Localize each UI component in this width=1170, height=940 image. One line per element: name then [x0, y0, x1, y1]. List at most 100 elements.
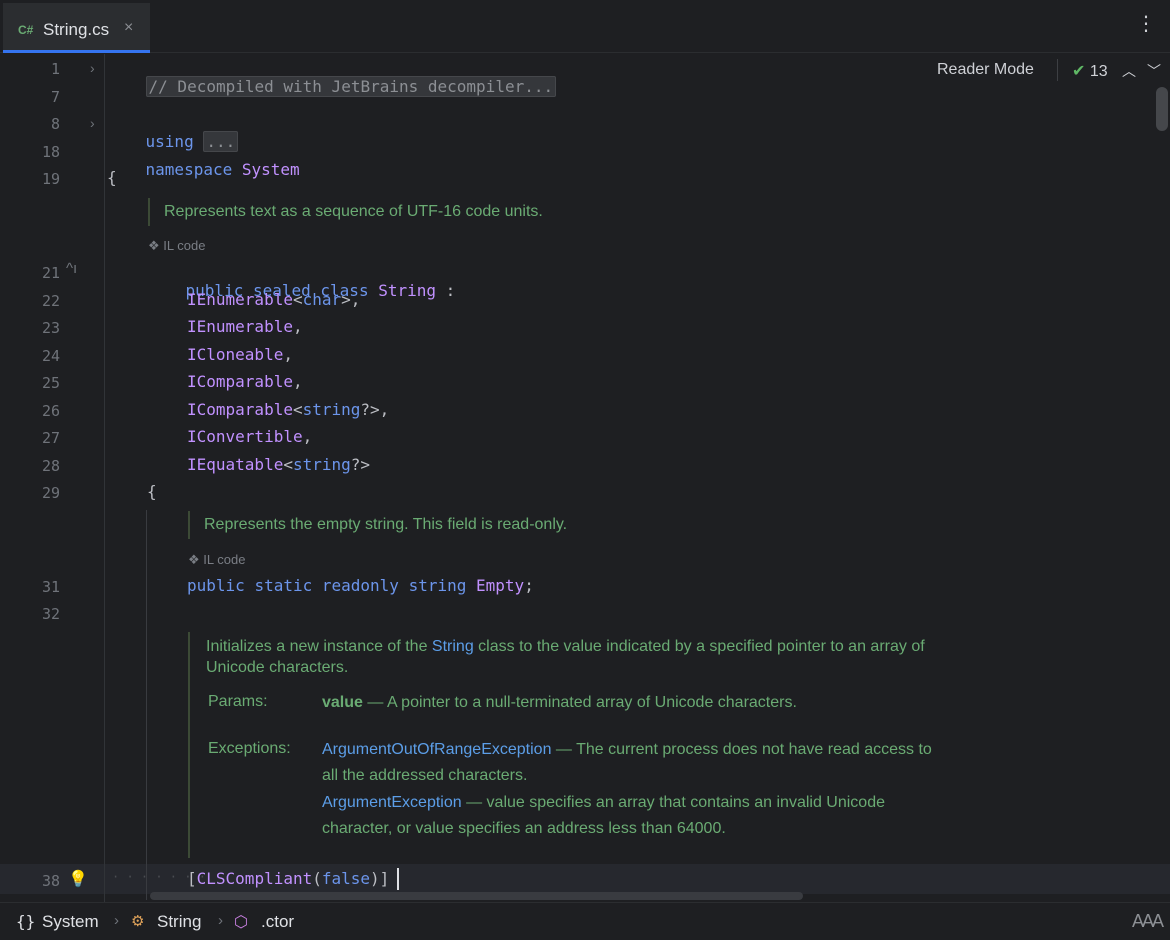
il-code-label: IL code [203, 552, 246, 567]
tab-string-cs[interactable]: C# String.cs × [3, 3, 150, 53]
reader-mode-button[interactable]: Reader Mode [937, 61, 1034, 79]
text-caret [397, 868, 399, 890]
punct: ?> [350, 455, 371, 474]
punct: < [283, 455, 293, 474]
interface-name: IEnumerable [187, 317, 293, 336]
line-number: 38 [41, 872, 60, 890]
indent-guide [146, 510, 147, 900]
inspections-widget[interactable]: ✔ 13 [1072, 61, 1108, 81]
punct: ; [524, 576, 534, 595]
doc-summary: Initializes a new instance of the String… [206, 636, 930, 678]
line-number: 31 [41, 578, 60, 596]
interface-name: IEnumerable [187, 290, 293, 309]
line-number: 22 [41, 292, 60, 310]
punct: , [302, 427, 313, 446]
line-number: 25 [41, 374, 60, 392]
class-icon: ⚙ [131, 913, 145, 930]
gutter-separator [104, 54, 105, 902]
horizontal-scrollbar[interactable] [150, 892, 803, 900]
line-number: 24 [41, 347, 60, 365]
code-line-1: // Decompiled with JetBrains decompiler.… [107, 58, 557, 115]
code-line-25: IComparable, [187, 372, 303, 391]
punct: < [292, 290, 303, 309]
line-number: 19 [41, 170, 60, 188]
toolbar-separator [1057, 59, 1058, 81]
chevron-up-icon[interactable]: ︿ [1122, 61, 1136, 81]
interface-name: IComparable [187, 400, 293, 419]
interface-name: IEquatable [187, 455, 284, 474]
doc-type-link[interactable]: String [432, 638, 474, 655]
code-line-28: IEquatable<string?> [187, 455, 370, 474]
check-icon: ✔ [1072, 63, 1086, 80]
punct: )] [370, 869, 390, 888]
line-number: 26 [41, 402, 60, 420]
code-line-38: [CLSCompliant(false)] [187, 869, 389, 888]
punct: : [445, 281, 456, 300]
line-number: 29 [41, 484, 60, 502]
keyword: string [302, 400, 361, 419]
punct: >, [341, 290, 361, 309]
code-editor[interactable]: 1 7 8 18 19 21 22 23 24 25 26 27 28 29 3… [0, 54, 1170, 902]
param-desc: — A pointer to a null-terminated array o… [367, 694, 797, 711]
expand-fold-icon[interactable]: › [90, 115, 95, 131]
punct: , [283, 345, 293, 364]
code-line-31: public static readonly string Empty; [187, 576, 534, 595]
code-line-24: ICloneable, [187, 345, 293, 364]
param-entry: value — A pointer to a null-terminated a… [322, 690, 942, 716]
exception-entry: ArgumentException — value specifies an a… [322, 790, 942, 842]
vertical-scrollbar[interactable] [1156, 87, 1168, 131]
csharp-file-icon: C# [18, 23, 34, 37]
code-line-18: namespace System [107, 141, 300, 198]
expand-fold-icon[interactable]: › [90, 60, 95, 76]
ctor-doc-comment: Initializes a new instance of the String… [188, 632, 944, 858]
punct: , [292, 317, 303, 336]
punct: [ [187, 869, 197, 888]
line-number: 18 [41, 143, 60, 161]
doc-summary: Represents the empty string. This field … [204, 516, 568, 533]
field-name: Empty [476, 576, 525, 595]
tab-title: String.cs [43, 20, 110, 39]
chevron-down-icon[interactable]: ﹀ [1147, 61, 1161, 81]
exceptions-label: Exceptions: [208, 740, 291, 757]
interface-name: ICloneable [187, 345, 284, 364]
class-doc-comment: Represents text as a sequence of UTF-16 … [148, 198, 864, 226]
breadcrumb-class[interactable]: String [157, 912, 201, 932]
namespace-name: System [241, 160, 300, 179]
keyword: false [321, 869, 371, 888]
more-options-icon[interactable]: ⋮ [1136, 14, 1156, 34]
keyword: string [408, 576, 467, 595]
class-name: String [378, 281, 437, 300]
folded-comment[interactable]: // Decompiled with JetBrains decompiler.… [145, 76, 557, 97]
code-line-22: IEnumerable<char>, [187, 290, 360, 309]
font-size-icon[interactable]: AAA [1132, 911, 1164, 932]
keyword: namespace [145, 160, 233, 179]
line-number: 23 [41, 319, 60, 337]
exception-link[interactable]: ArgumentOutOfRangeException [322, 741, 551, 758]
punct: , [292, 372, 303, 391]
lightbulb-icon[interactable]: 💡 [68, 869, 88, 889]
punct: ?>, [360, 400, 390, 419]
chevron-right-icon: › [218, 912, 223, 929]
punct: < [292, 400, 303, 419]
line-number: 28 [41, 457, 60, 475]
punct: ( [312, 869, 322, 888]
code-line-26: IComparable<string?>, [187, 400, 389, 419]
doc-summary: Represents text as a sequence of UTF-16 … [164, 203, 543, 220]
il-code-link[interactable]: ❖ IL code [188, 552, 245, 568]
exception-entry: ArgumentOutOfRangeException — The curren… [322, 737, 942, 789]
line-number: 8 [50, 115, 60, 133]
il-code-link[interactable]: ❖ IL code [148, 238, 205, 254]
inspections-count: 13 [1089, 63, 1108, 80]
line-number: 21 [41, 264, 60, 282]
chevron-right-icon: › [114, 912, 119, 929]
keyword: char [302, 290, 342, 309]
status-bar: {} System › ⚙ String › ⬡ .ctor AAA [0, 902, 1170, 940]
breadcrumb-method[interactable]: .ctor [261, 912, 294, 932]
implementations-gutter-icon[interactable]: ^ı [66, 260, 77, 277]
close-icon[interactable]: × [124, 19, 133, 37]
param-name: value [322, 694, 363, 711]
exception-link[interactable]: ArgumentException [322, 794, 462, 811]
breadcrumb-namespace[interactable]: System [42, 912, 99, 932]
keyword: public [187, 576, 245, 595]
interface-name: IConvertible [187, 427, 303, 446]
